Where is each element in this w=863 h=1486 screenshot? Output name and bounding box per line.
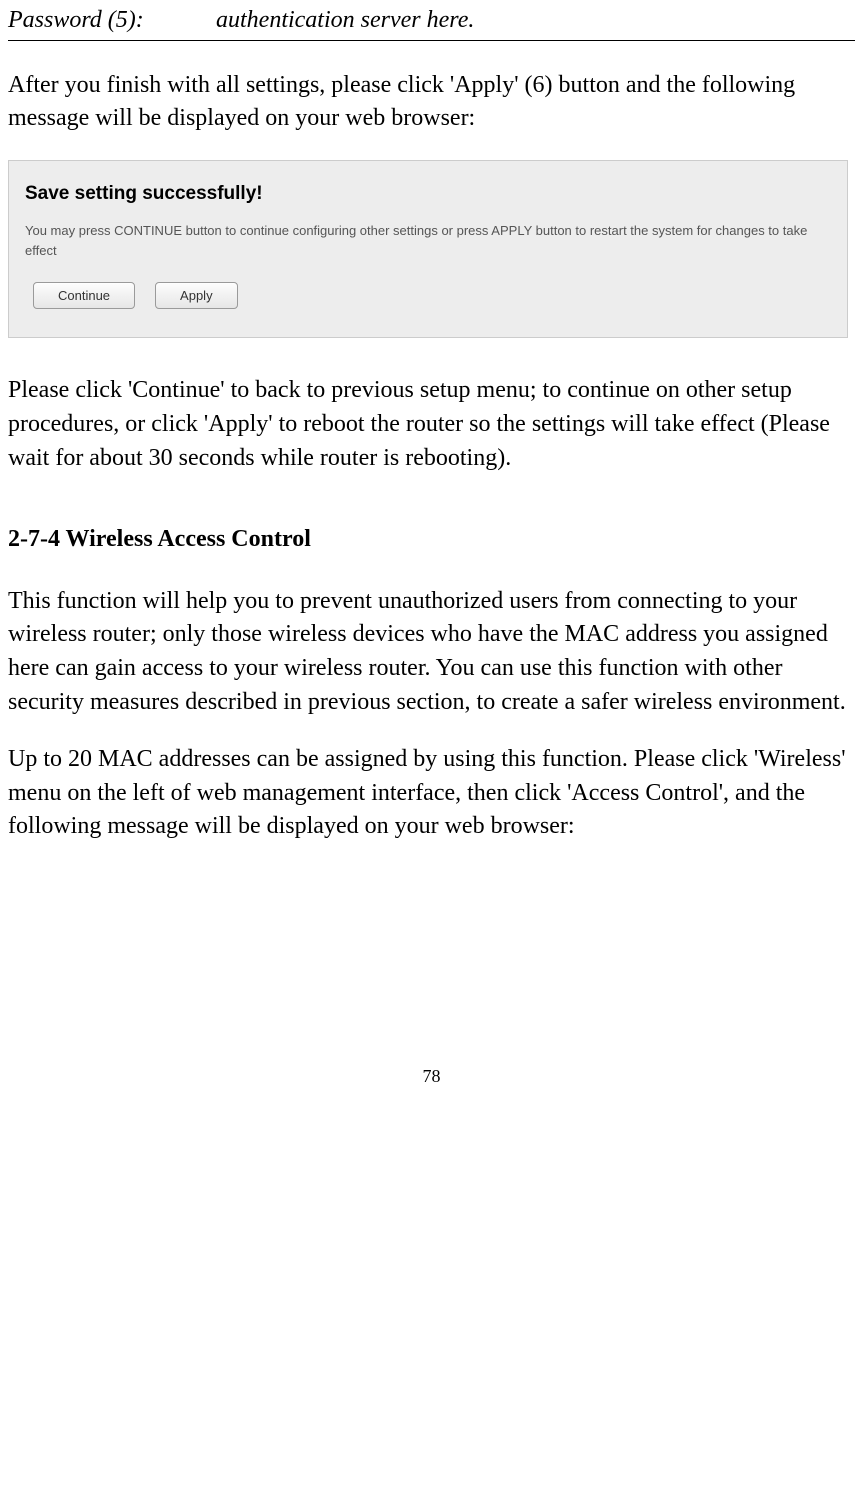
paragraph-access-control-2: Up to 20 MAC addresses can be assigned b… <box>8 743 855 844</box>
screenshot-title: Save setting successfully! <box>25 181 831 208</box>
password-label: Password (5): <box>8 4 216 38</box>
apply-button[interactable]: Apply <box>155 282 238 309</box>
paragraph-access-control-1: This function will help you to prevent u… <box>8 585 855 719</box>
screenshot-save-setting: Save setting successfully! You may press… <box>8 160 848 339</box>
password-value: authentication server here. <box>216 4 855 38</box>
page-number: 78 <box>8 1064 855 1089</box>
table-row-password: Password (5): authentication server here… <box>8 4 855 41</box>
section-heading: 2-7-4 Wireless Access Control <box>8 523 855 557</box>
screenshot-button-row: Continue Apply <box>33 282 831 309</box>
continue-button[interactable]: Continue <box>33 282 135 309</box>
paragraph-intro: After you finish with all settings, plea… <box>8 69 855 136</box>
screenshot-description: You may press CONTINUE button to continu… <box>25 221 831 260</box>
paragraph-continue-apply: Please click 'Continue' to back to previ… <box>8 374 855 475</box>
